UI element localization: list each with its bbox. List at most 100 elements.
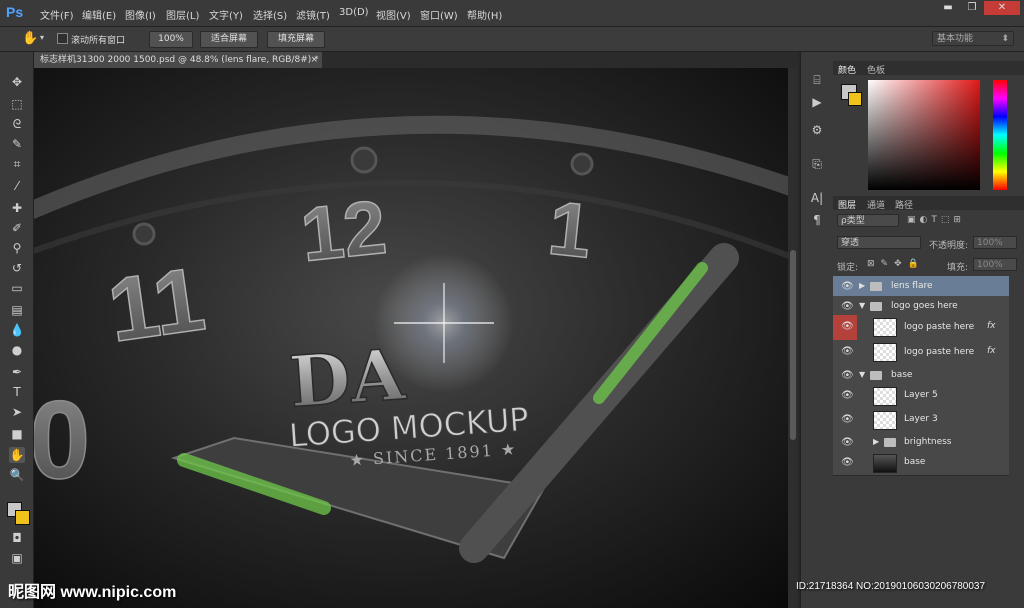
layer-row-logo-paste-1[interactable]: 👁 logo paste here fx <box>833 315 1009 341</box>
blur-tool-icon[interactable]: 💧 <box>9 322 25 338</box>
tab-channels[interactable]: 通道 <box>867 198 885 211</box>
brush-tool-icon[interactable]: ✐ <box>9 220 25 236</box>
visibility-eye-icon[interactable]: 👁 <box>841 370 854 382</box>
document-tab[interactable]: 标志样机31300 2000 1500.psd @ 48.8% (lens fl… <box>34 52 322 68</box>
marquee-tool-icon[interactable]: ⬚ <box>9 96 25 112</box>
folder-icon <box>870 302 882 311</box>
screen-mode-icon[interactable]: ▣ <box>9 550 25 566</box>
workspace-dropdown[interactable]: 基本功能 ⬍ <box>932 31 1014 46</box>
tab-swatches[interactable]: 色板 <box>867 63 885 76</box>
menu-filter[interactable]: 滤镜(T) <box>296 7 330 22</box>
menu-bar: Ps 文件(F) 编辑(E) 图像(I) 图层(L) 文字(Y) 选择(S) 滤… <box>0 0 1024 27</box>
menu-edit[interactable]: 编辑(E) <box>82 7 116 22</box>
properties-panel-icon[interactable]: ⚙ <box>809 122 825 138</box>
gradient-tool-icon[interactable]: ▤ <box>9 302 25 318</box>
paragraph-panel-icon[interactable]: ¶ <box>809 212 825 228</box>
effects-fx-icon[interactable]: fx <box>987 321 996 331</box>
collapse-arrow-icon[interactable]: ▼ <box>859 301 865 310</box>
canvas-scroll-thumb[interactable] <box>790 250 796 440</box>
pen-tool-icon[interactable]: ✒ <box>9 364 25 380</box>
layer-row-logo-paste-2[interactable]: 👁 logo paste here fx <box>833 340 1009 366</box>
menu-file[interactable]: 文件(F) <box>40 7 74 22</box>
tools-panel: ✥ ⬚ ᘓ ✎ ⌗ ⁄ ✚ ✐ ⚲ ↺ ▭ ▤ 💧 ● ✒ T ➤ ■ ✋ 🔍 … <box>0 52 34 608</box>
close-document-icon[interactable]: × <box>310 52 318 68</box>
visibility-eye-icon[interactable]: 👁 <box>841 346 854 358</box>
hand-tool-active-icon[interactable]: ✋ <box>9 447 25 463</box>
expand-arrow-icon[interactable]: ▶ <box>873 437 879 446</box>
zoom-100-button[interactable]: 100% <box>149 31 193 48</box>
quick-mask-icon[interactable]: ◘ <box>9 530 25 546</box>
layer-row-layer-3[interactable]: 👁 Layer 3 <box>833 408 1009 433</box>
zoom-tool-icon[interactable]: 🔍 <box>9 467 25 483</box>
close-window-button[interactable]: ✕ <box>984 1 1020 15</box>
numeral-12: 12 <box>297 185 390 278</box>
history-panel-icon[interactable]: ⌸ <box>809 72 825 88</box>
opacity-input[interactable]: 100% <box>973 236 1017 249</box>
menu-help[interactable]: 帮助(H) <box>467 7 502 22</box>
fill-screen-button[interactable]: 填充屏幕 <box>267 31 325 48</box>
crop-tool-icon[interactable]: ⌗ <box>9 156 25 172</box>
lock-icons[interactable]: ⊠✎✥🔒 <box>867 259 925 269</box>
visibility-eye-icon[interactable]: 👁 <box>841 437 854 449</box>
lock-label: 锁定: <box>837 263 859 273</box>
visibility-eye-icon[interactable]: 👁 <box>841 457 854 469</box>
character-panel-icon[interactable]: A| <box>809 190 825 206</box>
menu-type[interactable]: 文字(Y) <box>209 7 243 22</box>
collapse-arrow-icon[interactable]: ▼ <box>859 370 865 379</box>
clone-stamp-tool-icon[interactable]: ⚲ <box>9 240 25 256</box>
hue-slider[interactable] <box>993 80 1007 190</box>
move-tool-icon[interactable]: ✥ <box>9 74 25 90</box>
visibility-eye-icon[interactable]: 👁 <box>841 281 854 293</box>
menu-image[interactable]: 图像(I) <box>125 7 156 22</box>
menu-view[interactable]: 视图(V) <box>376 7 411 22</box>
color-picker-field[interactable] <box>868 80 980 190</box>
visibility-eye-icon[interactable]: 👁 <box>841 414 854 426</box>
layer-row-layer-5[interactable]: 👁 Layer 5 <box>833 384 1009 409</box>
eraser-tool-icon[interactable]: ▭ <box>9 280 25 296</box>
document-canvas[interactable]: 12 11 1 0 DA LOGO MOCKUP ★ SINCE 1891 ★ <box>34 68 788 608</box>
visibility-eye-icon[interactable]: 👁 <box>841 301 854 313</box>
options-bar: ✋ ▾ 滚动所有窗口 100% 适合屏幕 填充屏幕 基本功能 ⬍ <box>0 27 1024 52</box>
eyedropper-tool-icon[interactable]: ⁄ <box>9 178 25 194</box>
layer-row-base[interactable]: 👁 base <box>833 451 1009 476</box>
quick-selection-tool-icon[interactable]: ✎ <box>9 136 25 152</box>
fit-screen-button[interactable]: 适合屏幕 <box>200 31 258 48</box>
visibility-eye-icon[interactable]: 👁 <box>841 321 854 333</box>
layer-filter-icons[interactable]: ▣◐T⬚⊞ <box>907 215 965 225</box>
clone-source-icon[interactable]: ⎘ <box>809 156 825 172</box>
path-selection-tool-icon[interactable]: ➤ <box>9 404 25 420</box>
history-brush-tool-icon[interactable]: ↺ <box>9 260 25 276</box>
fill-input[interactable]: 100% <box>973 258 1017 271</box>
rectangle-tool-icon[interactable]: ■ <box>9 426 25 442</box>
type-tool-icon[interactable]: T <box>9 384 25 400</box>
expand-arrow-icon[interactable]: ▶ <box>859 281 865 290</box>
folder-icon <box>884 438 896 447</box>
lasso-tool-icon[interactable]: ᘓ <box>9 116 25 132</box>
layer-name: base <box>891 370 913 380</box>
menu-window[interactable]: 窗口(W) <box>420 7 458 22</box>
background-color-swatch[interactable] <box>15 510 30 525</box>
actions-panel-icon[interactable]: ▶ <box>809 94 825 110</box>
layer-kind-filter[interactable]: ρ类型 <box>837 214 899 227</box>
minimize-button[interactable]: ▬ <box>938 1 958 15</box>
watch-face-artwork: 12 11 1 0 DA LOGO MOCKUP ★ SINCE 1891 ★ <box>34 68 788 608</box>
layer-thumbnail <box>873 318 897 337</box>
tab-layers[interactable]: 图层 <box>838 198 856 211</box>
tool-preset-dropdown-icon[interactable]: ▾ <box>40 33 44 42</box>
tab-color[interactable]: 颜色 <box>838 63 856 76</box>
menu-layer[interactable]: 图层(L) <box>166 7 199 22</box>
visibility-eye-icon[interactable]: 👁 <box>841 390 854 402</box>
menu-select[interactable]: 选择(S) <box>253 7 287 22</box>
healing-brush-tool-icon[interactable]: ✚ <box>9 200 25 216</box>
hand-tool-icon[interactable]: ✋ <box>22 31 38 46</box>
color-panel-background[interactable] <box>848 92 862 106</box>
restore-button[interactable]: ❐ <box>962 1 982 15</box>
blend-mode-select[interactable]: 穿透 <box>837 236 921 249</box>
scroll-all-checkbox[interactable] <box>57 33 68 44</box>
menu-3d[interactable]: 3D(D) <box>339 7 369 18</box>
effects-fx-icon[interactable]: fx <box>987 346 996 356</box>
dodge-tool-icon[interactable]: ● <box>9 342 25 358</box>
tab-paths[interactable]: 路径 <box>895 198 913 211</box>
layers-panel-tabbar <box>833 196 1024 210</box>
fill-label: 填充: <box>947 263 969 273</box>
